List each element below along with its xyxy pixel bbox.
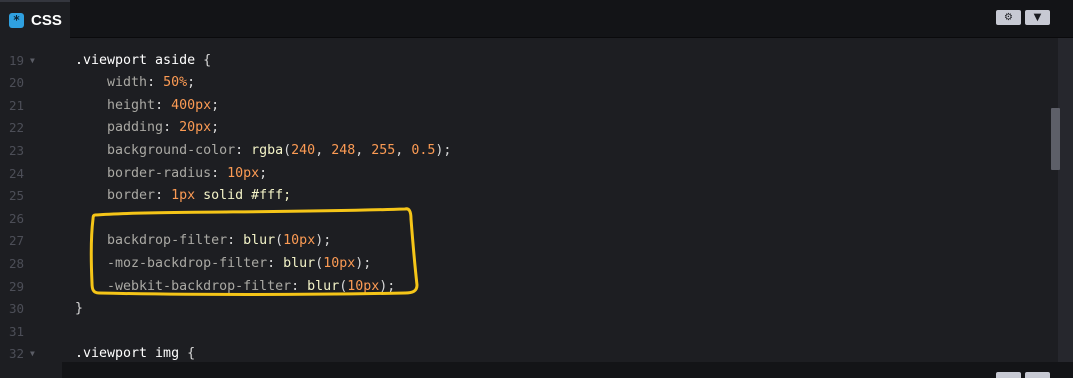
line-number: 26 <box>8 210 24 226</box>
code-token: , <box>315 143 332 158</box>
line-number: 32 <box>8 346 24 362</box>
code-token: .viewport aside <box>75 52 196 68</box>
code-token: padding <box>75 120 164 136</box>
code-line[interactable]: 19 ▼ .viewport aside { <box>0 50 1050 73</box>
code-token: border <box>75 188 156 204</box>
editor-header: * CSS ⚙ ▼ <box>0 0 1073 38</box>
css-icon: * <box>9 12 24 28</box>
code-token: : <box>163 120 180 136</box>
code-text: height: 400px; <box>75 95 219 118</box>
code-token: 255 <box>371 143 396 158</box>
fold-arrow-icon[interactable]: ▼ <box>30 343 35 362</box>
code-line[interactable]: 21 height: 400px; <box>0 95 1050 118</box>
collapse-button[interactable]: ▼ <box>1025 10 1050 25</box>
code-token: rgba <box>251 143 284 158</box>
code-token: { <box>195 52 212 68</box>
code-line[interactable]: 23 background-color: rgba(240, 248, 255,… <box>0 140 1050 163</box>
code-text: background-color: rgba(240, 248, 255, 0.… <box>75 140 451 163</box>
code-line[interactable]: 24 border-radius: 10px; <box>0 163 1050 186</box>
code-token: background-color <box>75 143 236 158</box>
line-number: 19 <box>8 52 24 68</box>
line-number: 21 <box>8 97 24 113</box>
highlight-marker <box>89 207 419 296</box>
code-text: border-radius: 10px; <box>75 163 267 186</box>
code-text: width: 50%; <box>75 72 195 95</box>
code-token: : <box>211 165 228 181</box>
chevron-down-icon: ▼ <box>1033 12 1042 23</box>
code-token: width <box>75 75 148 91</box>
code-token: 50% <box>163 75 188 91</box>
code-line[interactable]: 20 width: 50%; <box>0 72 1050 95</box>
code-token: : <box>155 188 172 204</box>
code-token: ( <box>283 143 292 158</box>
next-panel-header <box>0 362 1073 378</box>
line-number: 25 <box>8 188 24 204</box>
code-token: ; <box>211 97 220 113</box>
code-line[interactable] <box>0 38 1050 50</box>
code-text: } <box>75 298 83 321</box>
tab-css[interactable]: * CSS <box>0 0 70 38</box>
code-token: ; <box>211 120 220 136</box>
code-token: , <box>355 143 372 158</box>
line-number: 22 <box>8 120 24 136</box>
code-token: 400px <box>171 97 212 113</box>
fold-arrow-icon[interactable]: ▼ <box>30 50 35 73</box>
code-line[interactable]: 22 padding: 20px; <box>0 117 1050 140</box>
code-token: height <box>75 97 156 113</box>
code-token: ; <box>187 75 196 91</box>
code-line[interactable]: 30} <box>0 298 1050 321</box>
code-text: .viewport img { <box>75 343 195 362</box>
line-number: 27 <box>8 233 24 249</box>
line-number: 30 <box>8 301 24 317</box>
code-token: ); <box>435 143 452 158</box>
code-token: : <box>147 75 164 91</box>
code-token: 240 <box>291 143 316 158</box>
code-token: : <box>155 97 172 113</box>
code-token: border-radius <box>75 165 212 181</box>
tab-label: CSS <box>31 11 62 29</box>
code-token: { <box>179 346 196 362</box>
code-token: : <box>235 143 252 158</box>
settings-button[interactable]: ⚙ <box>996 10 1021 25</box>
code-token: 1px <box>171 188 196 204</box>
gear-icon: ⚙ <box>1004 12 1013 23</box>
code-token: .viewport img <box>75 346 180 362</box>
line-number: 28 <box>8 256 24 271</box>
code-token: 20px <box>179 120 212 136</box>
code-token: 10px <box>227 165 260 181</box>
code-token: , <box>395 143 412 158</box>
line-number: 29 <box>8 278 24 294</box>
code-text: .viewport aside { <box>75 50 211 73</box>
line-number: 20 <box>8 75 24 91</box>
code-line[interactable]: 31 <box>0 321 1050 344</box>
code-token: ; <box>259 165 268 181</box>
line-number: 31 <box>8 323 24 339</box>
code-token: solid #fff; <box>195 188 292 204</box>
line-number: 23 <box>8 143 24 158</box>
scrollbar-track[interactable] <box>1058 38 1073 362</box>
next-panel-collapse-button[interactable] <box>1025 372 1050 378</box>
tab-next-panel[interactable] <box>0 362 62 378</box>
next-panel-settings-button[interactable] <box>996 372 1021 378</box>
code-token: } <box>75 301 84 317</box>
code-text: padding: 20px; <box>75 117 219 140</box>
code-line[interactable]: 32 ▼ .viewport img { <box>0 343 1050 362</box>
code-area[interactable]: 19 ▼ .viewport aside {20 width: 50%; 21 hei… <box>0 38 1058 362</box>
line-number: 24 <box>8 165 24 181</box>
css-editor-panel: * CSS ⚙ ▼ 19 ▼ .viewport aside {20 width: … <box>0 0 1073 362</box>
code-token: 0.5 <box>411 143 436 158</box>
code-token: 248 <box>331 143 356 158</box>
scrollbar-thumb[interactable] <box>1051 108 1060 170</box>
